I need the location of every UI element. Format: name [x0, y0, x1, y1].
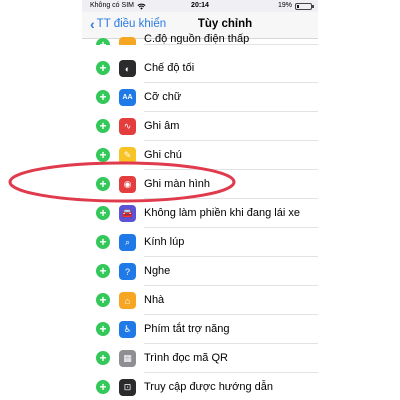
control-row[interactable]: + ♿ Phím tắt trợ năng	[82, 315, 318, 344]
guided-access-icon: ⊡	[119, 379, 136, 396]
more-controls-list: + ▬ C.độ nguồn điện thấp + ◐ Chế độ tối + AA Cỡ …	[82, 33, 318, 400]
car-icon: 🚘	[119, 205, 136, 222]
page-title: Tùy chỉnh	[197, 18, 253, 30]
control-label: Nhà	[144, 294, 165, 306]
control-label: Kính lúp	[144, 236, 185, 248]
add-control-button[interactable]: +	[96, 90, 110, 104]
control-row[interactable]: + ▬ C.độ nguồn điện thấp	[82, 31, 318, 45]
control-label: Nghe	[144, 265, 171, 277]
dark-mode-icon: ◐	[119, 60, 136, 77]
control-label: C.độ nguồn điện thấp	[144, 33, 250, 45]
control-label: Ghi âm	[144, 120, 180, 132]
add-control-button[interactable]: +	[96, 264, 110, 278]
control-label: Trình đọc mã QR	[144, 352, 228, 364]
control-row[interactable]: + ⊡ Truy cập được hướng dẫn	[82, 373, 318, 400]
add-control-button[interactable]: +	[96, 119, 110, 133]
control-label: Truy cập được hướng dẫn	[144, 381, 274, 393]
control-label: Chế độ tối	[144, 62, 195, 74]
control-row[interactable]: + ▦ Trình đọc mã QR	[82, 344, 318, 373]
accessibility-icon: ♿	[119, 321, 136, 338]
home-icon: ⌂	[119, 292, 136, 309]
control-row[interactable]: + ⌂ Nhà	[82, 286, 318, 315]
add-control-button[interactable]: +	[96, 351, 110, 365]
add-control-button[interactable]: +	[96, 322, 110, 336]
battery-icon	[295, 2, 314, 10]
control-row[interactable]: + ∿ Ghi âm	[82, 112, 318, 141]
add-control-button[interactable]: +	[96, 293, 110, 307]
control-row[interactable]: + AA Cỡ chữ	[82, 83, 318, 112]
battery-percent: 19%	[277, 2, 292, 9]
control-label: Cỡ chữ	[144, 91, 182, 103]
add-control-button[interactable]: +	[96, 206, 110, 220]
add-control-button[interactable]: +	[96, 235, 110, 249]
voice-memo-icon: ∿	[119, 118, 136, 135]
ear-icon: ?	[119, 263, 136, 280]
control-row[interactable]: +? Nghe	[82, 257, 318, 286]
qr-code-icon: ▦	[119, 350, 136, 367]
highlight-circle	[8, 161, 236, 203]
magnifier-icon: ⌕	[119, 234, 136, 251]
control-row[interactable]: + ⌕ Kính lúp	[82, 228, 318, 257]
add-control-button[interactable]: +	[96, 61, 110, 75]
battery-icon: ▬	[119, 37, 136, 45]
control-label: Phím tắt trợ năng	[144, 323, 230, 335]
text-size-icon: AA	[119, 89, 136, 106]
control-row[interactable]: + ◐ Chế độ tối	[82, 54, 318, 83]
add-control-button[interactable]: +	[96, 380, 110, 394]
add-control-button[interactable]: +	[96, 38, 110, 45]
status-bar: Không có SIM 20:14 19%	[82, 0, 318, 12]
row-separator	[144, 44, 318, 45]
